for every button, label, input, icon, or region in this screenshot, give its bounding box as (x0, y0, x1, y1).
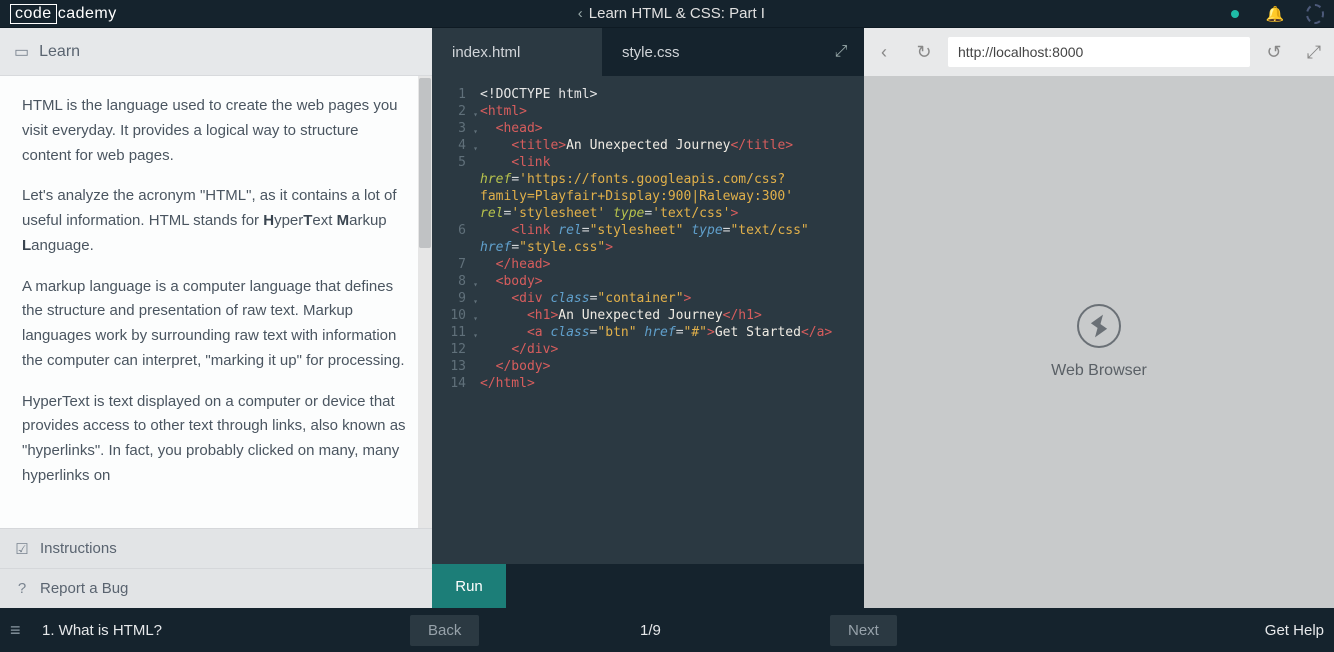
get-help-button[interactable]: Get Help (1265, 622, 1324, 639)
pro-badge-icon[interactable] (1306, 5, 1324, 23)
browser-expand-icon[interactable]: ⤢ (1294, 28, 1334, 76)
lesson-para: HyperText is text displayed on a compute… (22, 390, 410, 489)
book-icon: ▭ (14, 42, 29, 62)
editor-panel: index.html style.css ⤢ 1<!DOCTYPE html>2… (432, 28, 864, 608)
preview-body: Web Browser (864, 76, 1334, 608)
scrollbar-track[interactable] (418, 76, 432, 528)
preview-panel: ‹ ↻ ↺ ⤢ Web Browser (864, 28, 1334, 608)
logo-boxed: code (10, 4, 57, 24)
preview-placeholder: Web Browser (1051, 362, 1147, 380)
lesson-counter: 1/9 (640, 622, 661, 639)
logo[interactable]: codecademy (10, 5, 117, 23)
instructions-label: Instructions (40, 540, 117, 557)
report-bug-row[interactable]: ? Report a Bug (0, 568, 432, 608)
code-editor[interactable]: 1<!DOCTYPE html>2▾<html>3▾ <head>4▾ <tit… (432, 76, 864, 564)
course-title-wrap[interactable]: ‹ Learn HTML & CSS: Part I (117, 5, 1226, 22)
left-panel: ▭ Learn HTML is the language used to cre… (0, 28, 432, 608)
logo-text: cademy (58, 5, 117, 22)
question-icon: ? (14, 580, 30, 597)
status-dot-icon[interactable] (1226, 5, 1244, 23)
course-title: Learn HTML & CSS: Part I (589, 5, 765, 22)
learn-header[interactable]: ▭ Learn (0, 28, 432, 76)
browser-back-icon[interactable]: ‹ (864, 28, 904, 76)
url-input[interactable] (948, 37, 1250, 67)
tab-index-html[interactable]: index.html (432, 28, 602, 76)
lesson-para: A markup language is a computer language… (22, 275, 410, 374)
next-button[interactable]: Next (830, 615, 897, 646)
instructions-row[interactable]: ☑ Instructions (0, 528, 432, 568)
bug-label: Report a Bug (40, 580, 128, 597)
lesson-title[interactable]: 1. What is HTML? (42, 622, 162, 639)
scrollbar-thumb[interactable] (419, 78, 431, 248)
tab-style-css[interactable]: style.css (602, 28, 772, 76)
browser-bar: ‹ ↻ ↺ ⤢ (864, 28, 1334, 76)
expand-icon[interactable]: ⤢ (818, 28, 864, 76)
compass-icon (1077, 304, 1121, 348)
checkbox-icon: ☑ (14, 540, 30, 558)
browser-reload-icon[interactable]: ↻ (904, 28, 944, 76)
browser-refresh-icon[interactable]: ↺ (1254, 28, 1294, 76)
lesson-para: Let's analyze the acronym "HTML", as it … (22, 184, 410, 258)
back-button[interactable]: Back (410, 615, 479, 646)
bottombar: ≡ 1. What is HTML? Back 1/9 Next Get Hel… (0, 608, 1334, 652)
learn-label: Learn (39, 43, 80, 61)
lesson-para: HTML is the language used to create the … (22, 94, 410, 168)
lesson-body[interactable]: HTML is the language used to create the … (0, 76, 432, 528)
editor-tabs: index.html style.css ⤢ (432, 28, 864, 76)
menu-icon[interactable]: ≡ (10, 620, 36, 641)
bell-icon[interactable]: 🔔 (1266, 5, 1284, 23)
run-button[interactable]: Run (432, 564, 506, 608)
chevron-left-icon: ‹ (578, 5, 583, 22)
topbar: codecademy ‹ Learn HTML & CSS: Part I 🔔 (0, 0, 1334, 28)
